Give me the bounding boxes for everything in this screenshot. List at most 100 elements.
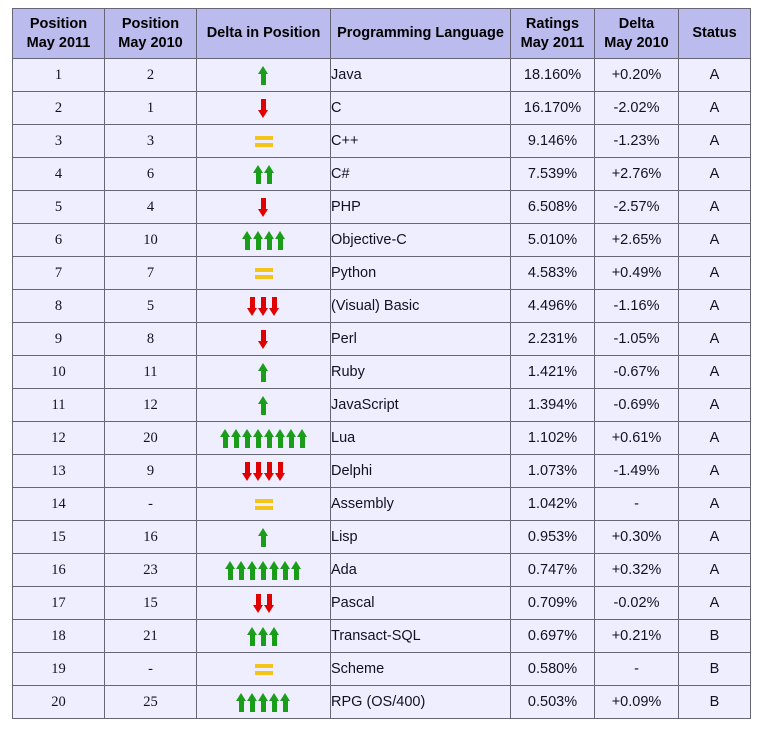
cell-ratings-2011: 2.231% [510,322,595,356]
arrow-up-icon [225,560,236,580]
arrow-down-icon [252,461,264,481]
cell-position-2011: 12 [12,421,105,455]
arrow-up-icon [236,692,247,712]
cell-programming-language[interactable]: Pascal [330,586,511,620]
cell-ratings-2011: 16.170% [510,91,595,125]
table-row: 15 16 Lisp 0.953% +0.30% A [12,520,751,554]
cell-delta-2010: - [594,487,679,521]
cell-delta-in-position [196,520,331,554]
column-header-line2: May 2011 [26,34,91,51]
cell-programming-language[interactable]: Ada [330,553,511,587]
delta-arrow-group [241,230,286,250]
delta-arrow-group [254,498,273,511]
table-row: 6 10 Objective-C 5.010% +2.65% A [12,223,751,257]
cell-status: A [678,487,751,521]
column-header-line1: Position [121,15,180,32]
column-header-pos_2011: Position May 2011 [12,8,105,59]
table-row: 11 12 JavaScript 1.394% -0.69% A [12,388,751,422]
column-header-line2: May 2010 [604,34,669,51]
arrow-up-icon [230,428,242,448]
delta-arrow-group [241,461,286,481]
cell-ratings-2011: 0.747% [510,553,595,587]
cell-position-2010: 1 [104,91,197,125]
cell-position-2010: 2 [104,58,197,92]
arrow-up-icon [258,395,269,415]
column-header-pos_2010: Position May 2010 [104,8,197,59]
cell-position-2011: 5 [12,190,105,224]
cell-delta-2010: -0.02% [594,586,679,620]
column-header-delta_pos: Delta in Position [196,8,331,59]
header-row: Position May 2011 Position May 2010 Delta in… [12,8,751,59]
cell-position-2011: 4 [12,157,105,191]
cell-delta-in-position [196,388,331,422]
cell-position-2010: 10 [104,223,197,257]
cell-programming-language[interactable]: (Visual) Basic [330,289,511,323]
arrow-down-icon [263,593,275,613]
arrow-up-icon [258,626,269,646]
table-body: 1 2 Java 18.160% +0.20% A 2 1 C 16.170% -2.02% A 3 3 C… [12,58,751,719]
cell-programming-language[interactable]: PHP [330,190,511,224]
arrow-up-icon [280,692,291,712]
cell-programming-language[interactable]: Java [330,58,511,92]
column-header-ratings_2011: Ratings May 2011 [510,8,595,59]
cell-programming-language[interactable]: Perl [330,322,511,356]
arrow-up-icon [280,560,291,580]
cell-position-2011: 14 [12,487,105,521]
delta-arrow-group [247,626,280,646]
table-row: 17 15 Pascal 0.709% -0.02% A [12,586,751,620]
tiobe-index-table: Position May 2011 Position May 2010 Delta in… [12,8,751,719]
cell-position-2011: 3 [12,124,105,158]
equals-icon [254,135,273,148]
table-row: 20 25 RPG (OS/400) 0.503% +0.09% B [12,685,751,719]
cell-programming-language[interactable]: C# [330,157,511,191]
cell-programming-language[interactable]: Delphi [330,454,511,488]
cell-status: B [678,619,751,653]
cell-delta-2010: -2.57% [594,190,679,224]
cell-position-2011: 8 [12,289,105,323]
cell-programming-language[interactable]: Lisp [330,520,511,554]
table-row: 16 23 Ada 0.747% +0.32% A [12,553,751,587]
cell-programming-language[interactable]: Transact-SQL [330,619,511,653]
cell-programming-language[interactable]: JavaScript [330,388,511,422]
cell-programming-language[interactable]: Assembly [330,487,511,521]
cell-position-2010: 6 [104,157,197,191]
arrow-up-icon [219,428,231,448]
cell-position-2011: 16 [12,553,105,587]
arrow-down-icon [258,296,269,316]
table-row: 9 8 Perl 2.231% -1.05% A [12,322,751,356]
table-row: 10 11 Ruby 1.421% -0.67% A [12,355,751,389]
cell-programming-language[interactable]: Lua [330,421,511,455]
cell-status: A [678,355,751,389]
cell-programming-language[interactable]: Ruby [330,355,511,389]
cell-delta-2010: +0.09% [594,685,679,719]
cell-ratings-2011: 7.539% [510,157,595,191]
cell-programming-language[interactable]: Python [330,256,511,290]
cell-position-2011: 7 [12,256,105,290]
cell-delta-in-position [196,454,331,488]
cell-status: A [678,520,751,554]
cell-status: A [678,58,751,92]
delta-arrow-group [258,197,269,217]
cell-programming-language[interactable]: C [330,91,511,125]
table-row: 5 4 PHP 6.508% -2.57% A [12,190,751,224]
equals-icon [254,498,273,511]
cell-position-2010: 3 [104,124,197,158]
table-row: 8 5 (Visual) Basic 4.496% -1.16% A [12,289,751,323]
cell-programming-language[interactable]: Objective-C [330,223,511,257]
delta-arrow-group [247,296,280,316]
delta-arrow-group [254,663,273,676]
cell-programming-language[interactable]: C++ [330,124,511,158]
arrow-down-icon [274,461,286,481]
arrow-up-icon [269,560,280,580]
arrow-up-icon [247,626,258,646]
cell-programming-language[interactable]: RPG (OS/400) [330,685,511,719]
cell-delta-2010: -1.16% [594,289,679,323]
cell-programming-language[interactable]: Scheme [330,652,511,686]
cell-position-2010: 25 [104,685,197,719]
delta-arrow-group [219,428,308,448]
cell-status: A [678,586,751,620]
arrow-up-icon [263,230,275,250]
cell-position-2011: 9 [12,322,105,356]
cell-position-2010: 15 [104,586,197,620]
cell-delta-in-position [196,619,331,653]
